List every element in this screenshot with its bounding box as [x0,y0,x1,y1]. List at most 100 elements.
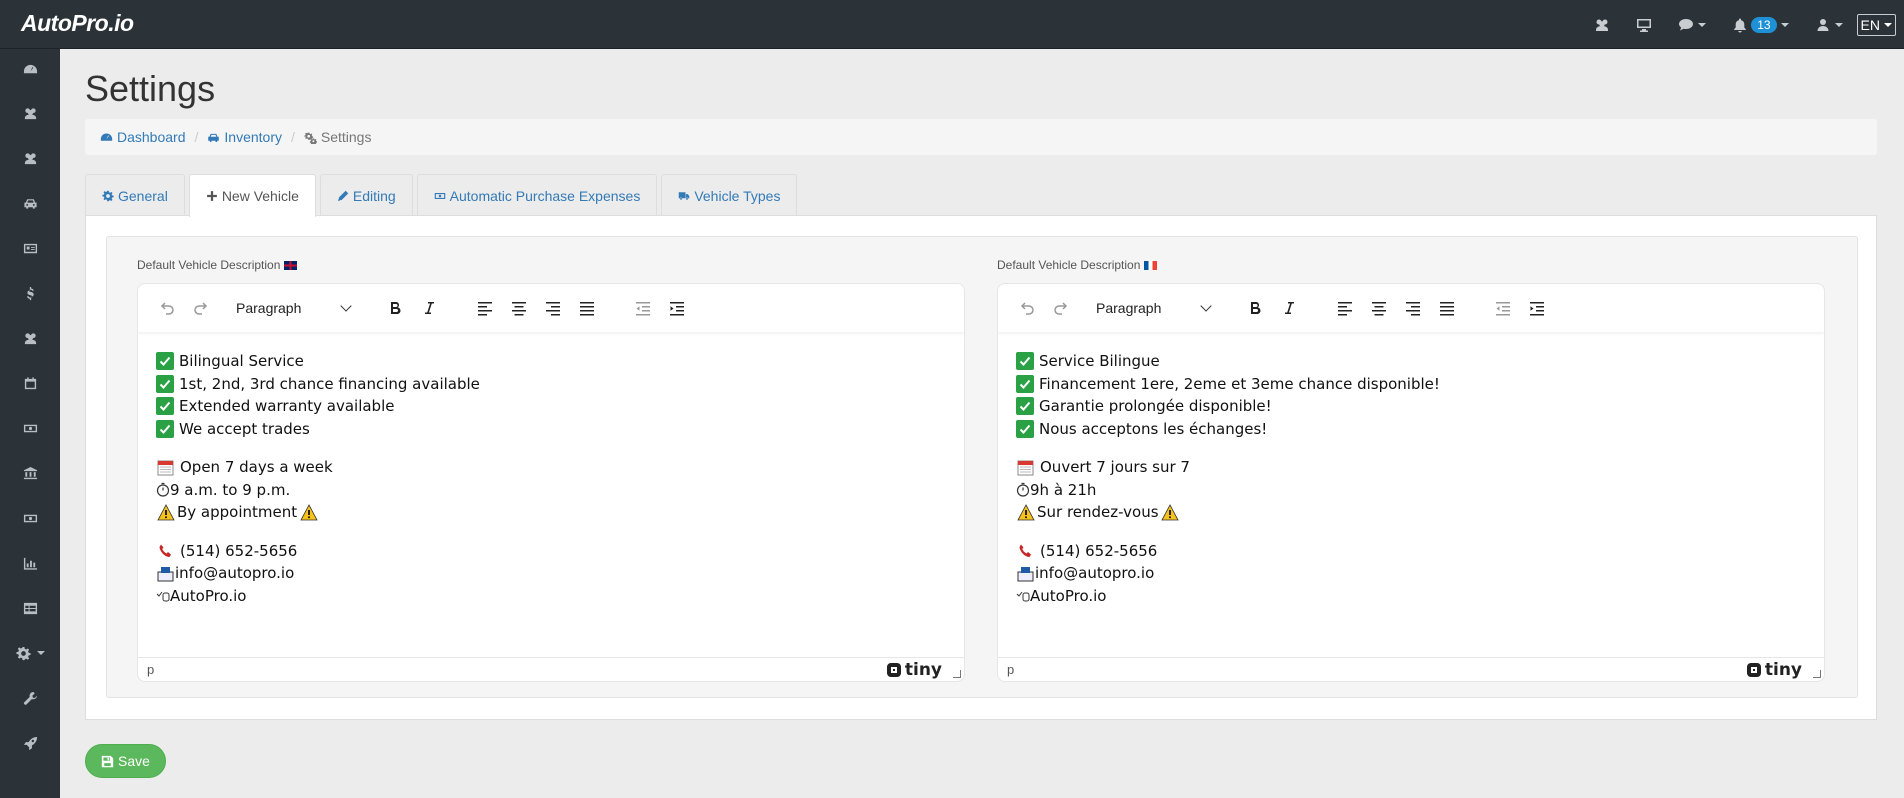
sidebar-item-tools[interactable] [0,683,60,713]
align-center-button[interactable] [1362,291,1396,325]
tab-vehicle-types[interactable]: Vehicle Types [661,174,798,216]
breadcrumb-inventory[interactable]: Inventory [207,129,282,145]
indent-button[interactable] [1520,291,1554,325]
tab-editing[interactable]: Editing [319,174,413,216]
sidebar-item-bank[interactable] [0,458,60,488]
align-left-button[interactable] [468,291,502,325]
email-text: info@autopro.io [1035,564,1155,582]
french-description-editor: Paragraph Service Bilingue Financement 1… [997,283,1825,682]
bell-icon [1734,18,1746,32]
undo-button[interactable] [150,291,184,325]
warning-icon [1161,503,1180,522]
element-path[interactable]: p [147,662,154,677]
user-icon [1817,18,1829,31]
hours-text: Ouvert 7 jours sur 7 [1040,458,1190,476]
hours-text: 9 a.m. to 9 p.m. [170,480,291,499]
tab-new-vehicle[interactable]: New Vehicle [188,174,316,217]
warning-icon [299,503,318,522]
tab-automatic-purchase-expenses[interactable]: Automatic Purchase Expenses [416,174,658,216]
tab-label: Editing [352,187,396,204]
checklist-text: Nous acceptons les échanges! [1039,419,1268,438]
redo-icon [194,302,208,315]
justify-button[interactable] [570,291,604,325]
italic-button[interactable] [412,291,446,325]
align-right-button[interactable] [1396,291,1430,325]
indent-button[interactable] [660,291,694,325]
tiny-brand-text: tiny [904,660,942,680]
align-left-button[interactable] [1328,291,1362,325]
outdent-button[interactable] [626,291,660,325]
sidebar-item-expenses[interactable] [0,503,60,533]
align-right-button[interactable] [536,291,570,325]
settings-tabs: General New Vehicle Editing Automatic Pu… [85,174,801,217]
redo-button[interactable] [1044,291,1078,325]
english-description-label: Default Vehicle Description [137,258,298,272]
save-button[interactable]: Save [85,744,166,778]
editor-toolbar: Paragraph [138,284,964,332]
users-menu[interactable] [1594,0,1610,49]
hours-text: 9h à 21h [1030,480,1097,499]
sidebar-item-finance[interactable] [0,278,60,308]
outdent-button[interactable] [1486,291,1520,325]
gear-icon [15,646,31,660]
redo-button[interactable] [184,291,218,325]
sidebar-item-dashboard[interactable] [0,54,60,84]
editor-content[interactable]: Service Bilingue Financement 1ere, 2eme … [1016,350,1806,623]
phone-text: (514) 652-5656 [1040,541,1158,560]
sidebar-item-launch[interactable] [0,728,60,758]
undo-button[interactable] [1010,291,1044,325]
notifications-menu[interactable]: 13 [1732,0,1789,49]
monitor-menu[interactable] [1636,0,1652,49]
truck-icon [679,191,690,200]
editor-content[interactable]: Bilingual Service 1st, 2nd, 3rd chance f… [156,350,946,623]
resize-handle[interactable] [1813,670,1821,678]
tab-general[interactable]: General [85,174,185,216]
checklist-text: Extended warranty available [179,397,395,415]
justify-button[interactable] [1430,291,1464,325]
tiny-brand[interactable]: tiny [886,660,942,680]
users-icon [24,332,36,344]
chevron-down-icon [1698,22,1707,27]
bold-button[interactable] [1238,291,1272,325]
sidebar-item-users[interactable] [0,98,60,128]
sidebar-item-customers[interactable] [0,143,60,173]
breadcrumb-dashboard-label: Dashboard [117,129,186,145]
breadcrumb-dashboard[interactable]: Dashboard [100,129,186,145]
pencil-icon [337,190,349,201]
globe-mouse-icon [156,586,170,605]
globe-mouse-icon [1016,586,1030,605]
italic-button[interactable] [1272,291,1306,325]
tab-panel-new-vehicle: Default Vehicle Description Paragraph Bi… [85,215,1877,720]
block-format-select[interactable]: Paragraph [228,294,358,322]
breadcrumb-separator: / [290,129,295,145]
tab-label: Vehicle Types [694,187,781,204]
bold-icon [1251,302,1261,315]
check-mark-icon [1016,374,1034,393]
resize-handle[interactable] [953,670,961,678]
messages-menu[interactable] [1678,0,1707,49]
language-select[interactable]: EN [1856,13,1896,36]
tiny-brand[interactable]: tiny [1746,660,1802,680]
sidebar-item-payments[interactable] [0,413,60,443]
hours-line: By appointment [156,501,946,524]
sidebar-item-inventory[interactable] [0,188,60,218]
language-value: EN [1860,16,1880,33]
sidebar-item-calendar[interactable] [0,368,60,398]
sidebar-item-tables[interactable] [0,593,60,623]
user-menu[interactable] [1815,0,1843,49]
bold-icon [391,302,401,315]
contact-line: (514) 652-5656 [156,540,946,563]
sidebar-item-staff[interactable] [0,323,60,353]
element-path[interactable]: p [1007,662,1014,677]
check-mark-icon [1016,397,1034,416]
align-center-button[interactable] [502,291,536,325]
sidebar-item-reports[interactable] [0,548,60,578]
warning-icon [156,503,175,522]
block-format-select[interactable]: Paragraph [1088,294,1218,322]
sidebar-item-settings[interactable] [0,638,60,668]
table-icon [23,602,37,614]
app-logo[interactable]: AutoPro.io [21,10,134,37]
checklist-item: We accept trades [156,418,946,441]
sidebar-item-cards[interactable] [0,233,60,263]
bold-button[interactable] [378,291,412,325]
